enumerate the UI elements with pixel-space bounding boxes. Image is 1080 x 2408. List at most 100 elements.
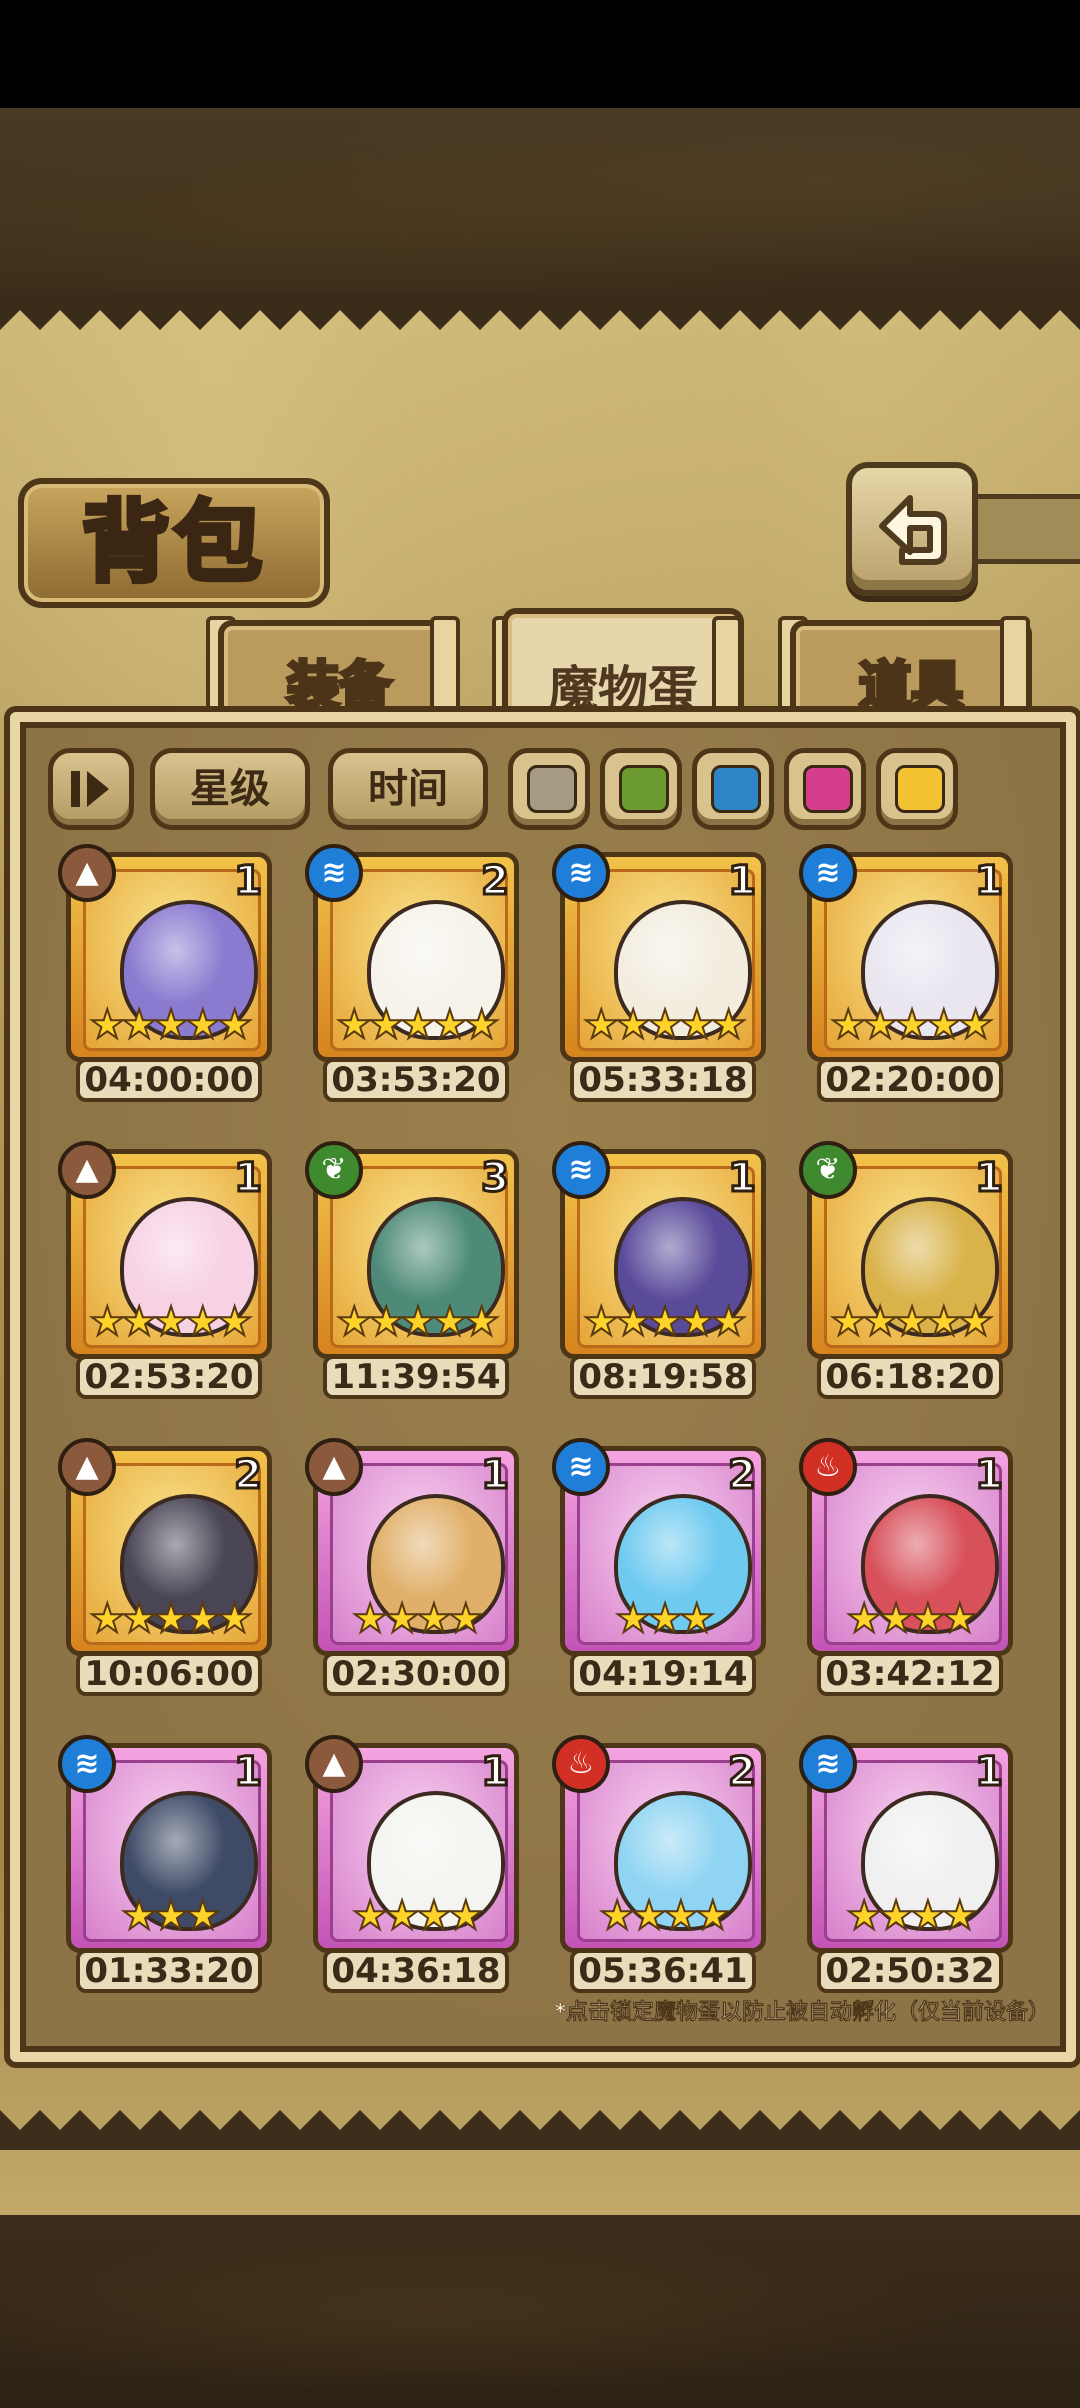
egg-count: 1 (233, 857, 264, 906)
water-element-icon: ≋ (305, 844, 363, 902)
back-rail (966, 494, 1080, 564)
water-element-icon: ≋ (552, 1438, 610, 1496)
torn-edge-top (0, 290, 1080, 330)
back-button[interactable] (846, 462, 978, 596)
egg-stars: ★★★★★ (88, 1298, 253, 1346)
earth-element-icon: ▲ (305, 1735, 363, 1793)
filter-pink-button[interactable] (784, 748, 866, 830)
hatch-timer: 04:36:18 (323, 1949, 509, 1993)
hatch-timer: 08:19:58 (570, 1355, 756, 1399)
egg-stars: ★★★★ (845, 1892, 978, 1940)
egg-card[interactable]: ≋ 1 ★★★★★ 05:33:18 (552, 844, 766, 1102)
egg-count: 1 (233, 1154, 264, 1203)
egg-stars: ★★★★ (845, 1595, 978, 1643)
egg-stars: ★★★★★ (88, 1001, 253, 1049)
egg-card[interactable]: ≋ 1 ★★★ 01:33:20 (58, 1735, 272, 1993)
egg-card[interactable]: ▲ 2 ★★★★★ 10:06:00 (58, 1438, 272, 1696)
hatch-timer: 02:53:20 (76, 1355, 262, 1399)
earth-element-icon: ▲ (305, 1438, 363, 1496)
egg-card[interactable]: ▲ 1 ★★★★ 02:30:00 (305, 1438, 519, 1696)
egg-count: 3 (480, 1154, 511, 1203)
egg-count: 1 (480, 1451, 511, 1500)
status-bar (0, 0, 1080, 108)
egg-stars: ★★★★★ (829, 1298, 994, 1346)
egg-card[interactable]: ▲ 1 ★★★★★ 02:53:20 (58, 1141, 272, 1399)
sort-by-stars-button[interactable]: 星级 (150, 748, 310, 830)
gold-swatch-icon (895, 765, 945, 813)
filter-gold-button[interactable] (876, 748, 958, 830)
egg-stars: ★★★★★ (829, 1001, 994, 1049)
back-arrow-icon (879, 495, 947, 565)
egg-card[interactable]: ≋ 2 ★★★ 04:19:14 (552, 1438, 766, 1696)
nature-element-icon: ❦ (799, 1141, 857, 1199)
filter-blue-button[interactable] (692, 748, 774, 830)
egg-stars: ★★★★ (351, 1595, 484, 1643)
water-element-icon: ≋ (552, 1141, 610, 1199)
hatch-timer: 03:42:12 (817, 1652, 1003, 1696)
hatch-timer: 03:53:20 (323, 1058, 509, 1102)
hatch-timer: 11:39:54 (323, 1355, 509, 1399)
egg-card[interactable]: ▲ 1 ★★★★★ 04:00:00 (58, 844, 272, 1102)
egg-card[interactable]: ♨ 1 ★★★★ 03:42:12 (799, 1438, 1013, 1696)
hatch-timer: 04:19:14 (570, 1652, 756, 1696)
tab-items-label: 道具 (857, 655, 965, 719)
egg-stars: ★★★ (614, 1595, 716, 1643)
egg-count: 2 (727, 1451, 758, 1500)
egg-count: 1 (480, 1748, 511, 1797)
hatch-timer: 04:00:00 (76, 1058, 262, 1102)
egg-stars: ★★★★★ (335, 1298, 500, 1346)
sort-order-button[interactable] (48, 748, 134, 830)
gray-swatch-icon (527, 765, 577, 813)
egg-card[interactable]: ❦ 3 ★★★★★ 11:39:54 (305, 1141, 519, 1399)
earth-element-icon: ▲ (58, 1438, 116, 1496)
water-element-icon: ≋ (552, 844, 610, 902)
filter-gray-button[interactable] (508, 748, 590, 830)
earth-element-icon: ▲ (58, 1141, 116, 1199)
egg-count: 1 (233, 1748, 264, 1797)
egg-count: 2 (480, 857, 511, 906)
page-title-plaque: 背包 (18, 478, 330, 608)
egg-count: 2 (233, 1451, 264, 1500)
fire-element-icon: ♨ (799, 1438, 857, 1496)
egg-stars: ★★★★★ (88, 1595, 253, 1643)
map-background-top (0, 108, 1080, 298)
hatch-timer: 05:33:18 (570, 1058, 756, 1102)
egg-stars: ★★★ (120, 1892, 222, 1940)
egg-card[interactable]: ♨ 2 ★★★★ 05:36:41 (552, 1735, 766, 1993)
hatch-timer: 02:50:32 (817, 1949, 1003, 1993)
hatch-timer: 01:33:20 (76, 1949, 262, 1993)
fire-element-icon: ♨ (552, 1735, 610, 1793)
egg-stars: ★★★★★ (582, 1298, 747, 1346)
blue-swatch-icon (711, 765, 761, 813)
egg-card[interactable]: ≋ 1 ★★★★ 02:50:32 (799, 1735, 1013, 1993)
page-title: 背包 (79, 489, 266, 597)
egg-card[interactable]: ≋ 1 ★★★★★ 02:20:00 (799, 844, 1013, 1102)
earth-element-icon: ▲ (58, 844, 116, 902)
egg-count: 1 (974, 1451, 1005, 1500)
egg-count: 2 (727, 1748, 758, 1797)
egg-card[interactable]: ▲ 1 ★★★★ 04:36:18 (305, 1735, 519, 1993)
filter-green-button[interactable] (600, 748, 682, 830)
water-element-icon: ≋ (58, 1735, 116, 1793)
egg-count: 1 (727, 857, 758, 906)
water-element-icon: ≋ (799, 1735, 857, 1793)
map-background-bottom (0, 2215, 1080, 2408)
egg-card[interactable]: ≋ 1 ★★★★★ 08:19:58 (552, 1141, 766, 1399)
egg-card[interactable]: ❦ 1 ★★★★★ 06:18:20 (799, 1141, 1013, 1399)
egg-stars: ★★★★ (351, 1892, 484, 1940)
egg-card[interactable]: ≋ 2 ★★★★★ 03:53:20 (305, 844, 519, 1102)
water-element-icon: ≋ (799, 844, 857, 902)
hatch-timer: 06:18:20 (817, 1355, 1003, 1399)
egg-stars: ★★★★★ (335, 1001, 500, 1049)
egg-count: 1 (974, 857, 1005, 906)
hatch-timer: 02:30:00 (323, 1652, 509, 1696)
hatch-timer: 10:06:00 (76, 1652, 262, 1696)
egg-count: 1 (727, 1154, 758, 1203)
sort-by-time-button[interactable]: 时间 (328, 748, 488, 830)
tab-equipment-label: 装备 (285, 655, 393, 719)
egg-count: 1 (974, 1154, 1005, 1203)
hatch-timer: 05:36:41 (570, 1949, 756, 1993)
sort-toggle-icon (71, 771, 109, 807)
egg-stars: ★★★★★ (582, 1001, 747, 1049)
lock-hint-text: *点击锁定魔物蛋以防止被自动孵化（仅当前设备） (554, 2000, 1050, 2026)
